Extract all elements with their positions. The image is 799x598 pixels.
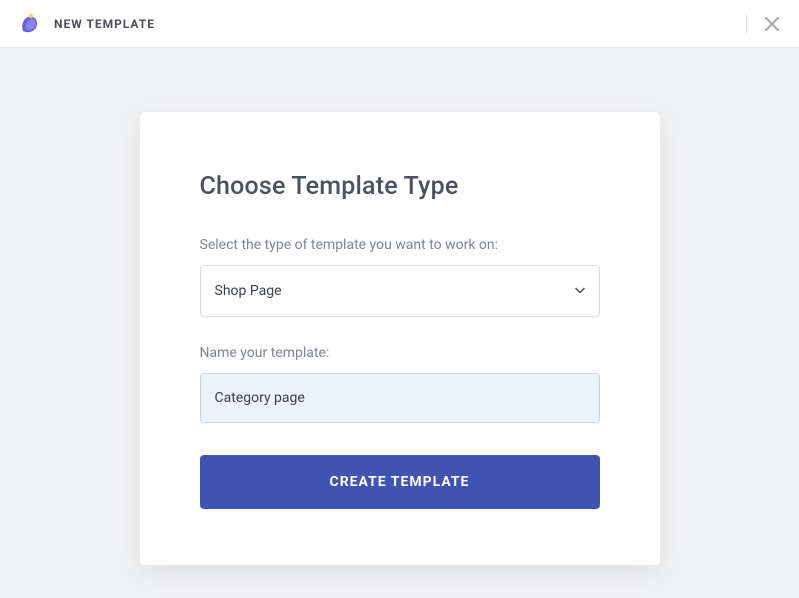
header-right (746, 13, 783, 35)
template-name-input[interactable] (200, 373, 600, 423)
type-label: Select the type of template you want to … (200, 237, 600, 253)
template-dialog: Choose Template Type Select the type of … (140, 112, 660, 565)
name-label: Name your template: (200, 345, 600, 361)
app-header: NEW TEMPLATE (0, 0, 799, 48)
dialog-title: Choose Template Type (200, 172, 600, 201)
header-title: NEW TEMPLATE (54, 17, 155, 31)
content-area: Choose Template Type Select the type of … (0, 48, 799, 565)
template-type-select[interactable] (200, 265, 600, 317)
close-button[interactable] (761, 13, 783, 35)
close-icon (765, 17, 779, 31)
vertical-divider (746, 14, 747, 34)
create-template-button[interactable]: CREATE TEMPLATE (200, 455, 600, 509)
app-logo-icon (16, 10, 44, 38)
header-left: NEW TEMPLATE (16, 10, 155, 38)
template-type-select-wrap (200, 265, 600, 317)
